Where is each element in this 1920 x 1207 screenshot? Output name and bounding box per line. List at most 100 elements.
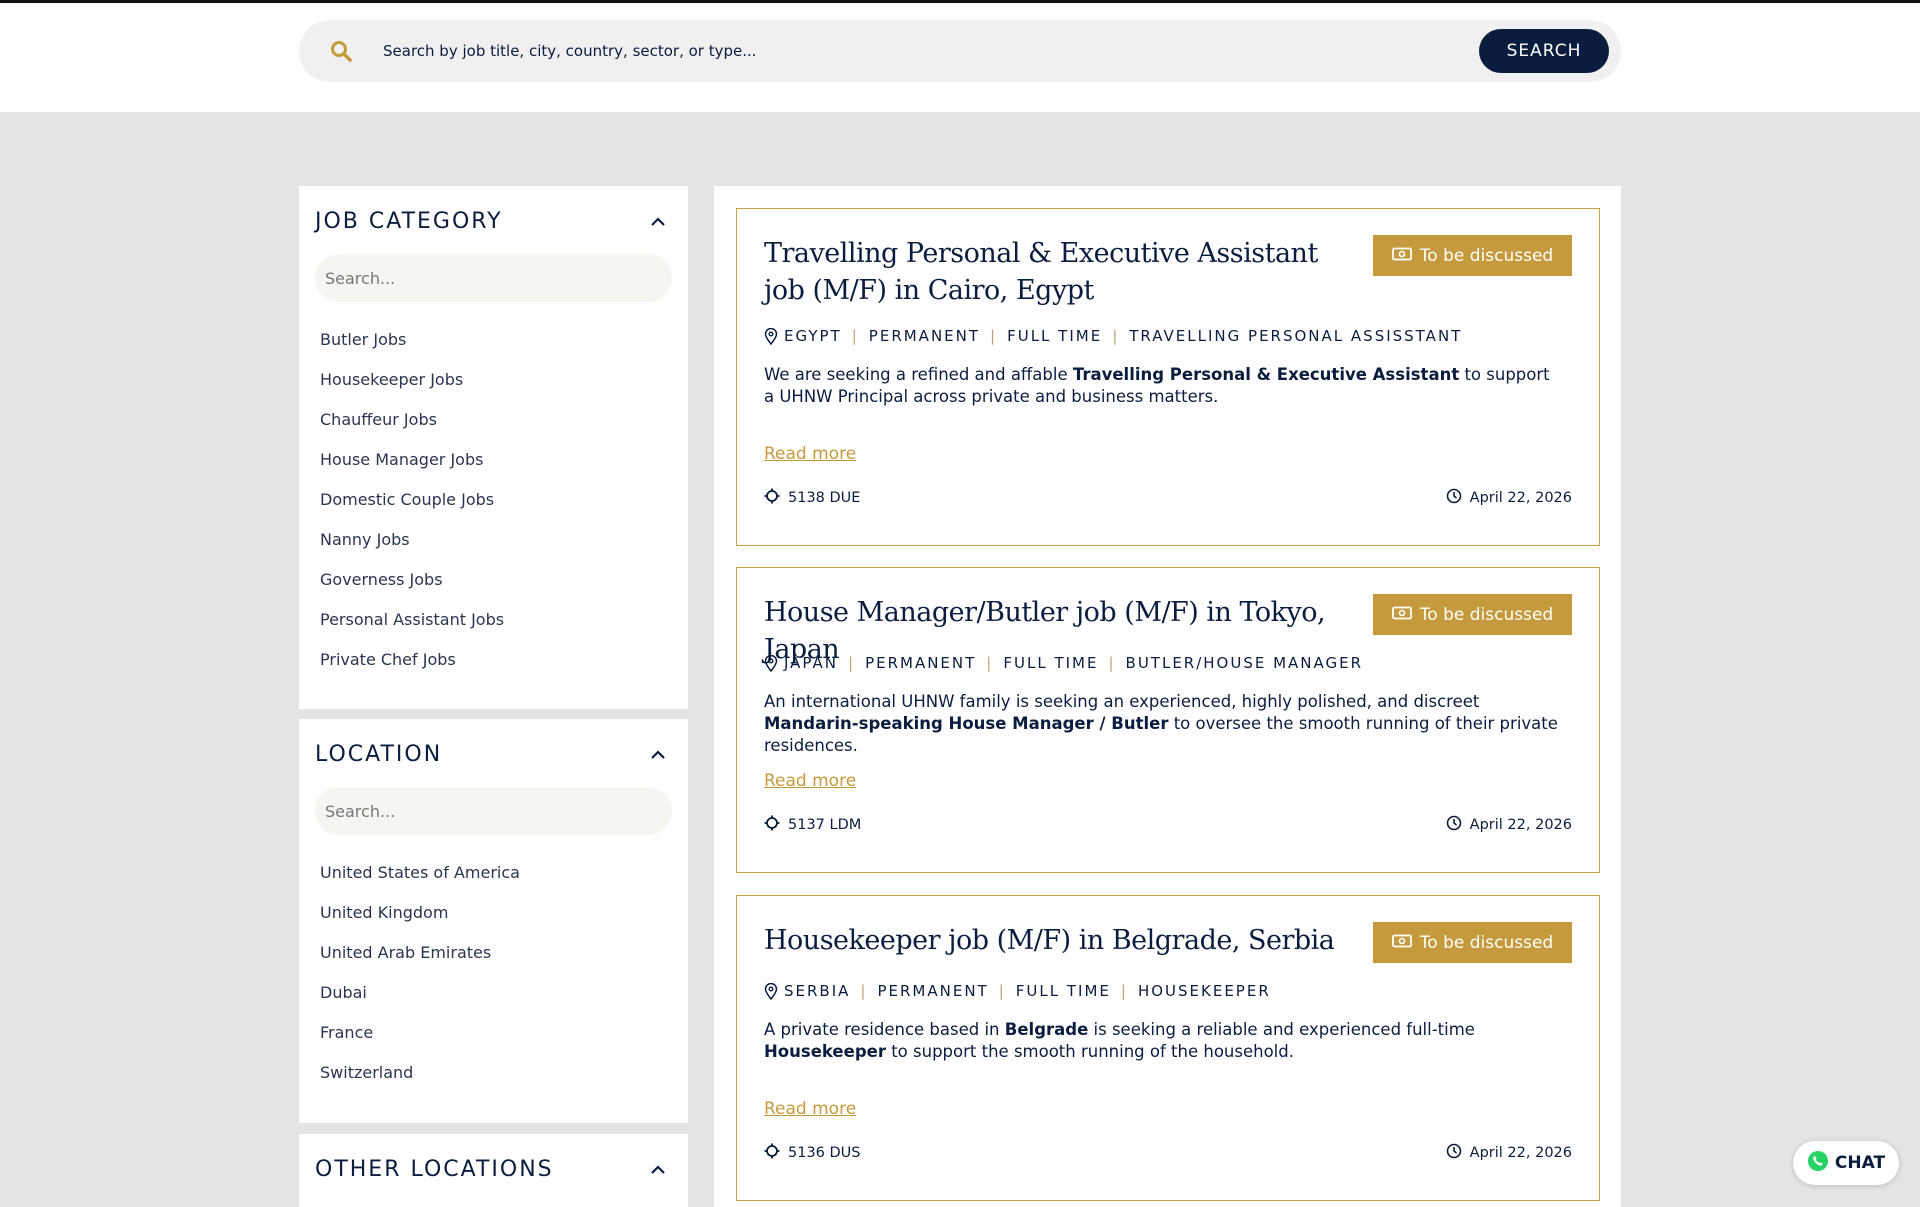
- crosshair-icon: [764, 1143, 780, 1163]
- job-contract: PERMANENT: [877, 982, 989, 1000]
- category-item[interactable]: House Manager Jobs: [320, 440, 672, 480]
- job-location: SERBIA: [784, 982, 851, 1000]
- job-description: We are seeking a refined and affable Tra…: [764, 365, 1550, 406]
- location-item[interactable]: United Kingdom: [320, 893, 672, 933]
- category-item[interactable]: Private Chef Jobs: [320, 640, 672, 680]
- job-description: An international UHNW family is seeking …: [764, 692, 1558, 755]
- location-pin-icon: [764, 982, 778, 1000]
- job-reference: 5137 LDM: [764, 815, 861, 835]
- category-item[interactable]: Housekeeper Jobs: [320, 360, 672, 400]
- job-description: A private residence based in Belgrade is…: [764, 1020, 1475, 1061]
- location-list: United States of America United Kingdom …: [315, 853, 672, 1093]
- read-more-link[interactable]: Read more: [764, 771, 856, 791]
- job-role: HOUSEKEEPER: [1137, 982, 1271, 1000]
- job-reference: 5138 DUE: [764, 488, 860, 508]
- meta-divider: |: [998, 982, 1006, 1000]
- posted-date: April 22, 2026: [1469, 490, 1572, 506]
- location-item[interactable]: United Arab Emirates: [320, 933, 672, 973]
- chevron-up-icon[interactable]: [648, 211, 668, 231]
- meta-divider: |: [990, 327, 998, 345]
- salary-badge: To be discussed: [1373, 922, 1572, 963]
- chat-button[interactable]: CHAT: [1793, 1141, 1899, 1185]
- read-more-link[interactable]: Read more: [764, 1099, 856, 1119]
- job-contract: PERMANENT: [865, 654, 977, 672]
- filter-title: OTHER LOCATIONS: [315, 1156, 554, 1182]
- location-item[interactable]: Switzerland: [320, 1053, 672, 1093]
- job-card[interactable]: House Manager/Butler job (M/F) in Tokyo,…: [736, 567, 1600, 873]
- category-item[interactable]: Governess Jobs: [320, 560, 672, 600]
- job-schedule: FULL TIME: [1007, 327, 1103, 345]
- category-list: Butler Jobs Housekeeper Jobs Chauffeur J…: [315, 320, 672, 680]
- location-item[interactable]: France: [320, 1013, 672, 1053]
- crosshair-icon: [764, 815, 780, 835]
- reference-code: 5136 DUS: [788, 1145, 861, 1161]
- category-item[interactable]: Nanny Jobs: [320, 520, 672, 560]
- job-meta: JAPAN | PERMANENT | FULL TIME | BUTLER/H…: [764, 654, 1363, 672]
- top-bar: SEARCH: [0, 0, 1920, 112]
- salary-text: To be discussed: [1419, 932, 1554, 953]
- meta-divider: |: [986, 654, 994, 672]
- job-meta: EGYPT | PERMANENT | FULL TIME | TRAVELLI…: [764, 327, 1462, 345]
- meta-divider: |: [851, 327, 859, 345]
- chat-label: CHAT: [1834, 1153, 1886, 1173]
- location-item[interactable]: Dubai: [320, 973, 672, 1013]
- category-item[interactable]: Chauffeur Jobs: [320, 400, 672, 440]
- job-search-input[interactable]: [383, 42, 1479, 60]
- meta-divider: |: [1108, 654, 1116, 672]
- salary-text: To be discussed: [1419, 245, 1554, 266]
- job-date: April 22, 2026: [1446, 488, 1572, 508]
- meta-divider: |: [1120, 982, 1128, 1000]
- location-item[interactable]: United States of America: [320, 853, 672, 893]
- filter-other-locations-header[interactable]: OTHER LOCATIONS: [315, 1134, 672, 1190]
- meta-divider: |: [848, 654, 856, 672]
- money-icon: [1391, 246, 1412, 266]
- job-date: April 22, 2026: [1446, 1143, 1572, 1163]
- whatsapp-icon: [1807, 1150, 1829, 1177]
- category-search-input[interactable]: [325, 268, 672, 288]
- money-icon: [1391, 605, 1412, 625]
- reference-code: 5137 LDM: [788, 817, 862, 833]
- read-more-link[interactable]: Read more: [764, 444, 856, 464]
- filter-job-category-header[interactable]: JOB CATEGORY: [315, 186, 672, 242]
- filter-other-locations: OTHER LOCATIONS: [299, 1134, 688, 1207]
- chevron-up-icon[interactable]: [648, 1159, 668, 1179]
- job-title[interactable]: Housekeeper job (M/F) in Belgrade, Serbi…: [764, 922, 1364, 959]
- job-location: JAPAN: [784, 654, 838, 672]
- job-card[interactable]: Housekeeper job (M/F) in Belgrade, Serbi…: [736, 895, 1600, 1201]
- chevron-up-icon[interactable]: [648, 744, 668, 764]
- clock-icon: [1446, 815, 1462, 835]
- search-button[interactable]: SEARCH: [1479, 29, 1609, 73]
- job-card[interactable]: Travelling Personal & Executive Assistan…: [736, 208, 1600, 546]
- location-pin-icon: [764, 327, 778, 345]
- filter-title: LOCATION: [315, 741, 443, 767]
- job-meta: SERBIA | PERMANENT | FULL TIME | HOUSEKE…: [764, 982, 1271, 1000]
- meta-divider: |: [860, 982, 868, 1000]
- filter-job-category: JOB CATEGORY Butler Jobs Housekeeper Job…: [299, 186, 688, 709]
- salary-text: To be discussed: [1419, 604, 1554, 625]
- location-search-input[interactable]: [325, 801, 672, 821]
- salary-badge: To be discussed: [1373, 235, 1572, 276]
- location-pin-icon: [764, 654, 778, 672]
- category-item[interactable]: Personal Assistant Jobs: [320, 600, 672, 640]
- job-role: TRAVELLING PERSONAL ASSISSTANT: [1129, 327, 1463, 345]
- clock-icon: [1446, 488, 1462, 508]
- job-schedule: FULL TIME: [1015, 982, 1111, 1000]
- crosshair-icon: [764, 488, 780, 508]
- location-search-field[interactable]: [315, 787, 672, 835]
- filter-title: JOB CATEGORY: [315, 208, 503, 234]
- search-icon: [313, 40, 369, 62]
- job-date: April 22, 2026: [1446, 815, 1572, 835]
- filter-location-header[interactable]: LOCATION: [315, 719, 672, 775]
- job-title[interactable]: Travelling Personal & Executive Assistan…: [764, 235, 1324, 309]
- meta-divider: |: [1112, 327, 1120, 345]
- job-location: EGYPT: [784, 327, 842, 345]
- job-list: Travelling Personal & Executive Assistan…: [714, 186, 1621, 1207]
- posted-date: April 22, 2026: [1469, 1145, 1572, 1161]
- category-search-field[interactable]: [315, 254, 672, 302]
- category-item[interactable]: Butler Jobs: [320, 320, 672, 360]
- category-item[interactable]: Domestic Couple Jobs: [320, 480, 672, 520]
- salary-badge: To be discussed: [1373, 594, 1572, 635]
- filter-location: LOCATION United States of America United…: [299, 719, 688, 1123]
- search-bar: SEARCH: [299, 20, 1621, 82]
- job-role: BUTLER/HOUSE MANAGER: [1125, 654, 1364, 672]
